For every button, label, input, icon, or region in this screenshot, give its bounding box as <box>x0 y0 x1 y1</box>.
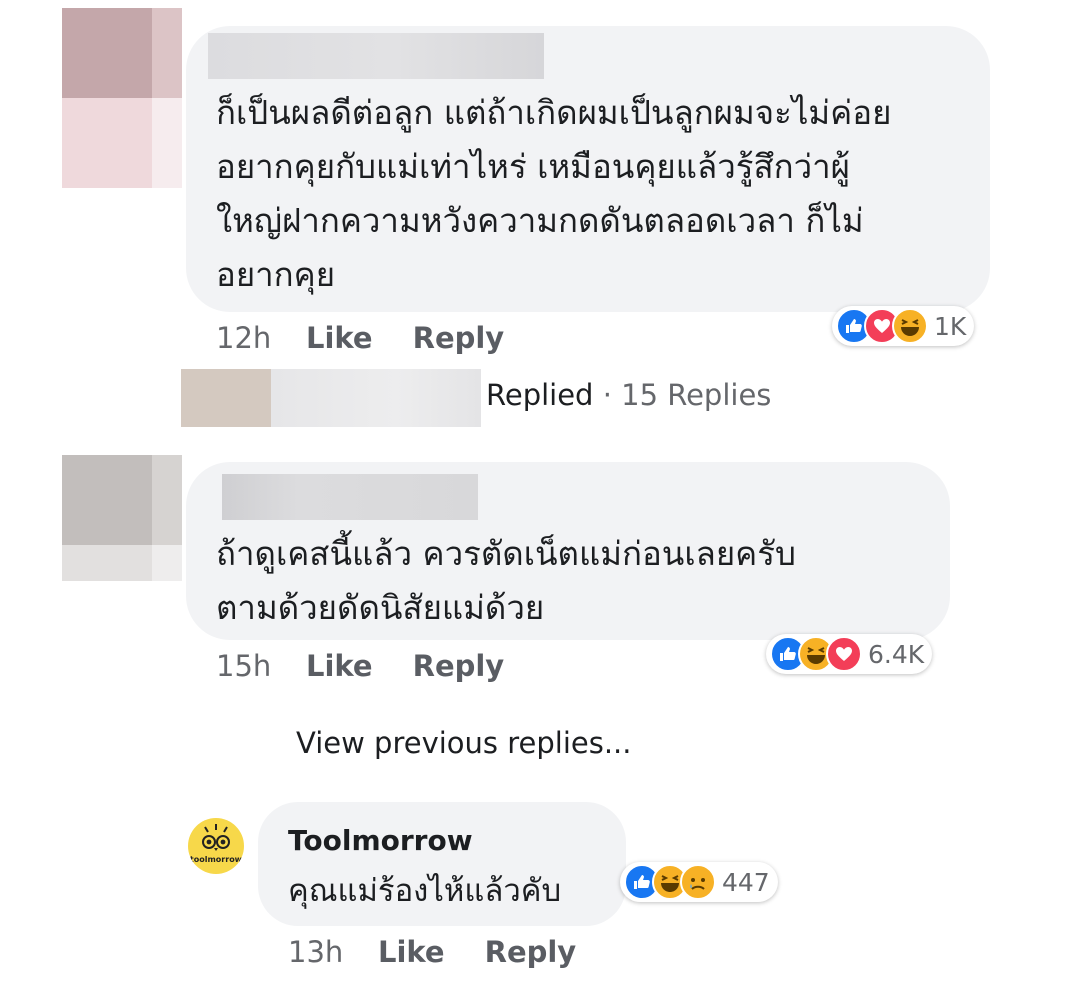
reply-author-name[interactable]: Toolmorrow <box>288 824 473 857</box>
reply-meta: 13h Like Reply <box>288 932 616 972</box>
separator-dot: · <box>602 378 612 412</box>
like-button[interactable]: Like <box>306 321 373 355</box>
comment-timestamp[interactable]: 15h <box>216 649 306 683</box>
replied-label: Replied <box>486 378 594 412</box>
reaction-summary[interactable]: 1K <box>832 306 975 346</box>
love-reaction-icon <box>826 636 862 672</box>
toolmorrow-avatar[interactable]: toolmorrow <box>188 818 244 874</box>
reply-timestamp[interactable]: 13h <box>288 935 378 969</box>
owl-logo-icon <box>202 824 230 851</box>
reaction-count: 447 <box>722 867 770 897</box>
reply-button[interactable]: Reply <box>485 935 577 969</box>
view-previous-replies-link[interactable]: View previous replies... <box>296 726 632 760</box>
reaction-summary[interactable]: 447 <box>620 862 778 902</box>
sad-reaction-icon <box>680 864 716 900</box>
comment-text: ถ้าดูเคสนี้แล้ว ควรตัดเน็ตแม่ก่อนเลยครับ… <box>216 534 796 627</box>
replier-avatar-blurred[interactable] <box>181 369 481 427</box>
reply-text: คุณแม่ร้องไห้แล้วคับ <box>288 873 562 909</box>
commenter-name-blurred[interactable] <box>208 33 544 79</box>
commenter-avatar-blurred[interactable] <box>62 8 182 188</box>
haha-reaction-icon <box>892 308 928 344</box>
comment-meta: 12h Like Reply <box>216 318 544 358</box>
avatar-logo-text: toolmorrow <box>189 855 243 864</box>
commenter-avatar-blurred[interactable] <box>62 455 182 581</box>
reaction-count: 6.4K <box>868 639 925 669</box>
comment-timestamp[interactable]: 12h <box>216 321 306 355</box>
like-button[interactable]: Like <box>306 649 373 683</box>
like-button[interactable]: Like <box>378 935 445 969</box>
reply-button[interactable]: Reply <box>413 649 505 683</box>
replies-count: 15 Replies <box>621 378 772 412</box>
comment-meta: 15h Like Reply <box>216 646 544 686</box>
reply-button[interactable]: Reply <box>413 321 505 355</box>
replies-summary-link[interactable]: Replied · 15 Replies <box>486 378 771 412</box>
comment-text: ก็เป็นผลดีต่อลูก แต่ถ้าเกิดผมเป็นลูกผมจะ… <box>216 93 892 294</box>
commenter-name-blurred[interactable] <box>222 474 478 520</box>
reaction-count: 1K <box>934 311 967 341</box>
reaction-summary[interactable]: 6.4K <box>766 634 933 674</box>
